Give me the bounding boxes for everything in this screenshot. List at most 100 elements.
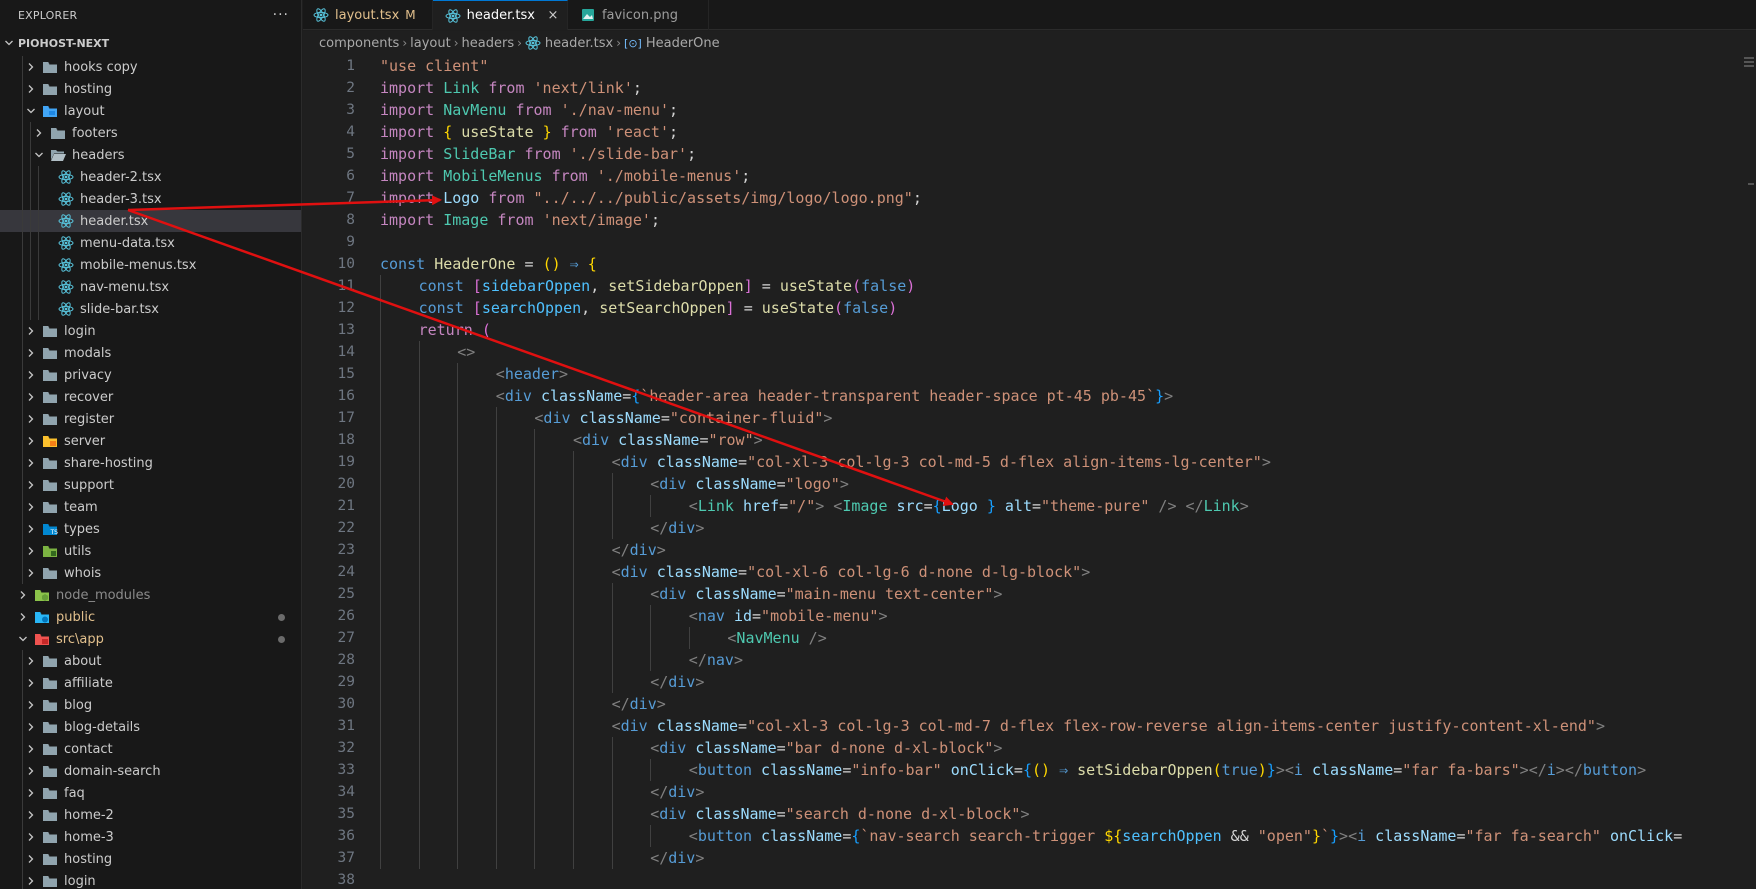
tree-folder[interactable]: public (0, 606, 301, 628)
tree-folder[interactable]: footers (0, 122, 301, 144)
tree-folder[interactable]: about (0, 650, 301, 672)
code-line[interactable]: <> (380, 341, 1756, 363)
code-line[interactable]: </div> (380, 847, 1756, 869)
code-line[interactable]: <Link href="/"> <Image src={Logo } alt="… (380, 495, 1756, 517)
tree-folder[interactable]: contact (0, 738, 301, 760)
close-icon[interactable]: × (545, 8, 561, 23)
code-line[interactable]: <NavMenu /> (380, 627, 1756, 649)
breadcrumb-item[interactable]: components (319, 36, 399, 51)
code-line[interactable]: </nav> (380, 649, 1756, 671)
code-line[interactable]: </div> (380, 671, 1756, 693)
code-line[interactable]: </div> (380, 517, 1756, 539)
chevron-right-icon[interactable] (24, 656, 38, 666)
tree-file[interactable]: menu-data.tsx (0, 232, 301, 254)
tree-folder[interactable]: hosting (0, 78, 301, 100)
code-line[interactable]: <div className="main-menu text-center"> (380, 583, 1756, 605)
tree-folder[interactable]: TS types (0, 518, 301, 540)
tree-folder[interactable]: modals (0, 342, 301, 364)
chevron-down-icon[interactable] (16, 634, 30, 644)
chevron-right-icon[interactable] (24, 524, 38, 534)
code-line[interactable]: import NavMenu from './nav-menu'; (380, 99, 1756, 121)
chevron-right-icon[interactable] (24, 744, 38, 754)
chevron-right-icon[interactable] (24, 326, 38, 336)
tree-file[interactable]: mobile-menus.tsx (0, 254, 301, 276)
breadcrumb-item[interactable]: headers (462, 36, 515, 51)
chevron-right-icon[interactable] (24, 392, 38, 402)
tree-file[interactable]: header.tsx (0, 210, 301, 232)
tree-folder[interactable]: share-hosting (0, 452, 301, 474)
tree-folder[interactable]: affiliate (0, 672, 301, 694)
chevron-right-icon[interactable] (24, 502, 38, 512)
code-line[interactable]: import MobileMenus from './mobile-menus'… (380, 165, 1756, 187)
chevron-right-icon[interactable] (16, 612, 30, 622)
chevron-right-icon[interactable] (24, 436, 38, 446)
tree-folder[interactable]: support (0, 474, 301, 496)
tree-folder[interactable]: server (0, 430, 301, 452)
code-lines[interactable]: "use client" import Link from 'next/link'… (380, 55, 1756, 889)
code-line[interactable]: </div> (380, 539, 1756, 561)
chevron-right-icon[interactable] (24, 348, 38, 358)
editor-tab[interactable]: header.tsx × (432, 0, 568, 30)
tree-folder[interactable]: home-3 (0, 826, 301, 848)
tree-folder[interactable]: hosting (0, 848, 301, 870)
tree-folder[interactable]: team (0, 496, 301, 518)
tree-folder[interactable]: node_modules (0, 584, 301, 606)
tree-folder[interactable]: blog-details (0, 716, 301, 738)
code-line[interactable]: const [searchOppen, setSearchOppen] = us… (380, 297, 1756, 319)
code-line[interactable]: import Link from 'next/link'; (380, 77, 1756, 99)
code-line[interactable]: <div className="col-xl-3 col-lg-3 col-md… (380, 451, 1756, 473)
tree-folder[interactable]: src\app (0, 628, 301, 650)
code-line[interactable]: <nav id="mobile-menu"> (380, 605, 1756, 627)
breadcrumb-item[interactable]: HeaderOne (646, 36, 720, 51)
tree-folder[interactable]: utils (0, 540, 301, 562)
chevron-right-icon[interactable] (24, 766, 38, 776)
code-line[interactable]: <div className="search d-none d-xl-block… (380, 803, 1756, 825)
chevron-right-icon[interactable] (24, 84, 38, 94)
chevron-right-icon[interactable] (24, 832, 38, 842)
tree-folder[interactable]: register (0, 408, 301, 430)
code-line[interactable]: return ( (380, 319, 1756, 341)
chevron-down-icon[interactable] (24, 106, 38, 116)
chevron-right-icon[interactable] (24, 810, 38, 820)
chevron-right-icon[interactable] (24, 370, 38, 380)
code-line[interactable]: </div> (380, 781, 1756, 803)
tree-folder[interactable]: domain-search (0, 760, 301, 782)
tree-folder[interactable]: login (0, 870, 301, 889)
code-line[interactable]: <div className="container-fluid"> (380, 407, 1756, 429)
code-line[interactable] (380, 869, 1756, 889)
tree-folder[interactable]: recover (0, 386, 301, 408)
code-line[interactable]: import Logo from "../../../public/assets… (380, 187, 1756, 209)
tree-folder[interactable]: home-2 (0, 804, 301, 826)
tree-folder[interactable]: headers (0, 144, 301, 166)
code-line[interactable]: <button className={`nav-search search-tr… (380, 825, 1756, 847)
editor-tab[interactable]: layout.tsx M (303, 0, 433, 30)
code-line[interactable]: <div className={`header-area header-tran… (380, 385, 1756, 407)
chevron-right-icon[interactable] (24, 480, 38, 490)
chevron-right-icon[interactable] (24, 546, 38, 556)
tree-file[interactable]: header-3.tsx (0, 188, 301, 210)
chevron-right-icon[interactable] (24, 62, 38, 72)
code-line[interactable]: <div className="col-xl-3 col-lg-3 col-md… (380, 715, 1756, 737)
code-line[interactable]: <div className="bar d-none d-xl-block"> (380, 737, 1756, 759)
chevron-right-icon[interactable] (24, 414, 38, 424)
tree-folder[interactable]: hooks copy (0, 56, 301, 78)
tree-folder[interactable]: layout (0, 100, 301, 122)
tree-file[interactable]: slide-bar.tsx (0, 298, 301, 320)
chevron-right-icon[interactable] (24, 678, 38, 688)
code-line[interactable]: import Image from 'next/image'; (380, 209, 1756, 231)
tree-folder[interactable]: whois (0, 562, 301, 584)
project-root[interactable]: PIOHOST-NEXT (0, 30, 301, 56)
tree-folder[interactable]: login (0, 320, 301, 342)
code-line[interactable]: import { useState } from 'react'; (380, 121, 1756, 143)
code-line[interactable] (380, 231, 1756, 253)
chevron-right-icon[interactable] (24, 700, 38, 710)
code-line[interactable]: const [sidebarOppen, setSidebarOppen] = … (380, 275, 1756, 297)
code-line[interactable]: import SlideBar from './slide-bar'; (380, 143, 1756, 165)
code-line[interactable]: const HeaderOne = () ⇒ { (380, 253, 1756, 275)
chevron-right-icon[interactable] (24, 458, 38, 468)
code-line[interactable]: <div className="logo"> (380, 473, 1756, 495)
tree-folder[interactable]: privacy (0, 364, 301, 386)
chevron-right-icon[interactable] (24, 568, 38, 578)
code-line[interactable]: <div className="col-xl-6 col-lg-6 d-none… (380, 561, 1756, 583)
chevron-right-icon[interactable] (32, 128, 46, 138)
